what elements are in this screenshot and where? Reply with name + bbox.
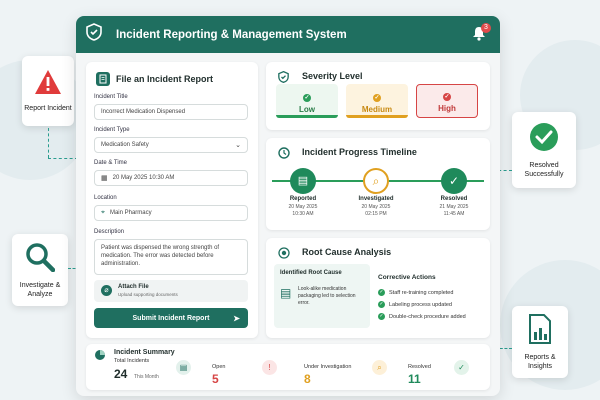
app-header: Incident Reporting & Management System 3 — [76, 16, 500, 53]
chevron-down-icon: ⌄ — [235, 142, 241, 149]
attach-subtitle: Upload supporting documents — [118, 292, 178, 297]
severity-medium-label: Medium — [361, 105, 393, 114]
total-incidents-label: Total Incidents — [114, 358, 150, 364]
incident-type-value: Medication Safety — [101, 142, 149, 148]
location-input[interactable]: ⌖ Main Pharmacy — [94, 205, 248, 221]
datetime-label: Date & Time — [94, 160, 128, 166]
timeline-card: Incident Progress Timeline ▤ ⌕ ✓ Reporte… — [266, 138, 490, 230]
severity-high[interactable]: ✓ High — [416, 84, 478, 118]
incident-title-input[interactable]: Incorrect Medication Dispensed — [94, 104, 248, 120]
severity-title: Severity Level — [302, 71, 363, 81]
form-icon — [96, 72, 110, 86]
corrective-actions: Corrective Actions ✓ Staff re-training co… — [378, 266, 484, 320]
location-pin-icon: ⌖ — [101, 209, 105, 216]
send-icon: ➤ — [233, 313, 240, 323]
shield-icon — [86, 23, 102, 46]
check-icon: ✓ — [454, 360, 469, 375]
incident-summary-card: Incident Summary Total Incidents 24 This… — [86, 344, 490, 390]
alert-icon: ! — [262, 360, 277, 375]
check-icon: ✓ — [378, 289, 385, 296]
severity-low[interactable]: ✓ Low — [276, 84, 338, 118]
connector-line — [48, 158, 78, 159]
attach-title: Attach File — [118, 284, 149, 290]
under-investigation-label: Under Investigation — [304, 364, 352, 370]
timeline-step-investigated: Investigated 20 May 2025 02:15 PM — [358, 196, 394, 217]
resolved-label: Resolved — [408, 364, 431, 370]
reports-label: Reports & Insights — [524, 353, 556, 370]
incident-title-value: Incorrect Medication Dispensed — [101, 109, 186, 115]
summary-title: Incident Summary — [114, 349, 175, 356]
identified-root-cause-title: Identified Root Cause — [280, 270, 342, 276]
under-investigation-value: 8 — [304, 372, 311, 386]
form-title: File an Incident Report — [116, 74, 214, 84]
document-icon: ▤ — [176, 360, 191, 375]
description-textarea[interactable]: Patient was dispensed the wrong strength… — [94, 239, 248, 275]
check-icon: ✓ — [373, 94, 381, 102]
timeline-step-resolved-icon: ✓ — [441, 168, 467, 194]
notification-badge: 3 — [481, 23, 491, 33]
location-value: Main Pharmacy — [109, 210, 152, 216]
location-label: Location — [94, 195, 117, 201]
severity-card: Severity Level ✓ Low ✓ Medium ✓ High — [266, 62, 490, 130]
datetime-value: 20 May 2025 10:30 AM — [112, 175, 175, 181]
calendar-icon: ▦ — [101, 175, 108, 182]
timeline-step-reported: Reported 20 May 2025 10:30 AM — [288, 196, 318, 217]
app-window: Incident Reporting & Management System 3… — [76, 16, 500, 396]
submit-report-button[interactable]: Submit Incident Report ➤ — [94, 308, 248, 328]
total-incidents-value: 24 — [114, 367, 128, 381]
document-search-icon: ▤ — [280, 286, 292, 300]
magnifier-icon: ⌕ — [372, 360, 387, 375]
report-incident-card[interactable]: Report Incident — [22, 56, 74, 126]
severity-low-label: Low — [299, 105, 315, 114]
incident-title-label: Incident Title — [94, 94, 128, 100]
check-circle-icon — [529, 122, 559, 157]
incident-type-select[interactable]: Medication Safety ⌄ — [94, 137, 248, 153]
timeline-step-investigated-icon: ⌕ — [363, 168, 389, 194]
timeline-step-reported-icon: ▤ — [290, 168, 316, 194]
corrective-actions-title: Corrective Actions — [378, 274, 436, 281]
description-label: Description — [94, 229, 125, 235]
warning-icon — [34, 69, 62, 100]
corrective-action-item: ✓ Staff re-training completed — [378, 289, 454, 296]
check-icon: ✓ — [443, 93, 451, 101]
incident-type-label: Incident Type — [94, 127, 130, 133]
timeline-title: Incident Progress Timeline — [302, 147, 417, 157]
check-icon: ✓ — [378, 301, 385, 308]
check-icon: ✓ — [303, 94, 311, 102]
paperclip-icon: ⌀ — [101, 285, 112, 296]
report-incident-label: Report Incident — [24, 105, 72, 112]
corrective-action-item: ✓ Labeling process updated — [378, 301, 452, 308]
identified-root-cause-box: Identified Root Cause ▤ Look-alike medic… — [274, 264, 370, 328]
root-cause-card: Root Cause Analysis Identified Root Caus… — [266, 238, 490, 338]
severity-high-label: High — [438, 104, 456, 113]
resolved-label: Resolved Successfully — [524, 161, 564, 178]
pie-chart-icon — [94, 348, 106, 366]
investigate-label: Investigate & Analyze — [19, 281, 61, 298]
reports-card[interactable]: Reports & Insights — [512, 306, 568, 378]
app-title: Incident Reporting & Management System — [116, 28, 347, 41]
incident-form-card: File an Incident Report Incident Title I… — [86, 62, 258, 338]
submit-label: Submit Incident Report — [132, 314, 210, 322]
root-cause-title: Root Cause Analysis — [302, 247, 392, 257]
connector-line — [48, 128, 49, 158]
description-value: Patient was dispensed the wrong strength… — [101, 245, 220, 267]
investigate-card[interactable]: Investigate & Analyze — [12, 234, 68, 306]
identified-root-cause-text: Look-alike medication packaging led to s… — [298, 286, 356, 306]
open-value: 5 — [212, 372, 219, 386]
total-incidents-sub: This Month — [134, 374, 159, 380]
severity-medium[interactable]: ✓ Medium — [346, 84, 408, 118]
magnifier-icon — [25, 242, 56, 277]
resolved-value: 11 — [408, 372, 421, 386]
clock-icon — [278, 146, 290, 164]
attach-file-button[interactable]: ⌀ Attach File Upload supporting document… — [94, 280, 248, 302]
check-icon: ✓ — [378, 313, 385, 320]
resolved-card[interactable]: Resolved Successfully — [512, 112, 576, 188]
timeline-step-resolved: Resolved 21 May 2025 11:45 AM — [439, 196, 469, 217]
corrective-action-item: ✓ Double-check procedure added — [378, 313, 466, 320]
datetime-input[interactable]: ▦ 20 May 2025 10:30 AM — [94, 170, 248, 186]
open-label: Open — [212, 364, 226, 370]
report-document-icon — [528, 313, 552, 349]
target-icon — [278, 246, 290, 264]
